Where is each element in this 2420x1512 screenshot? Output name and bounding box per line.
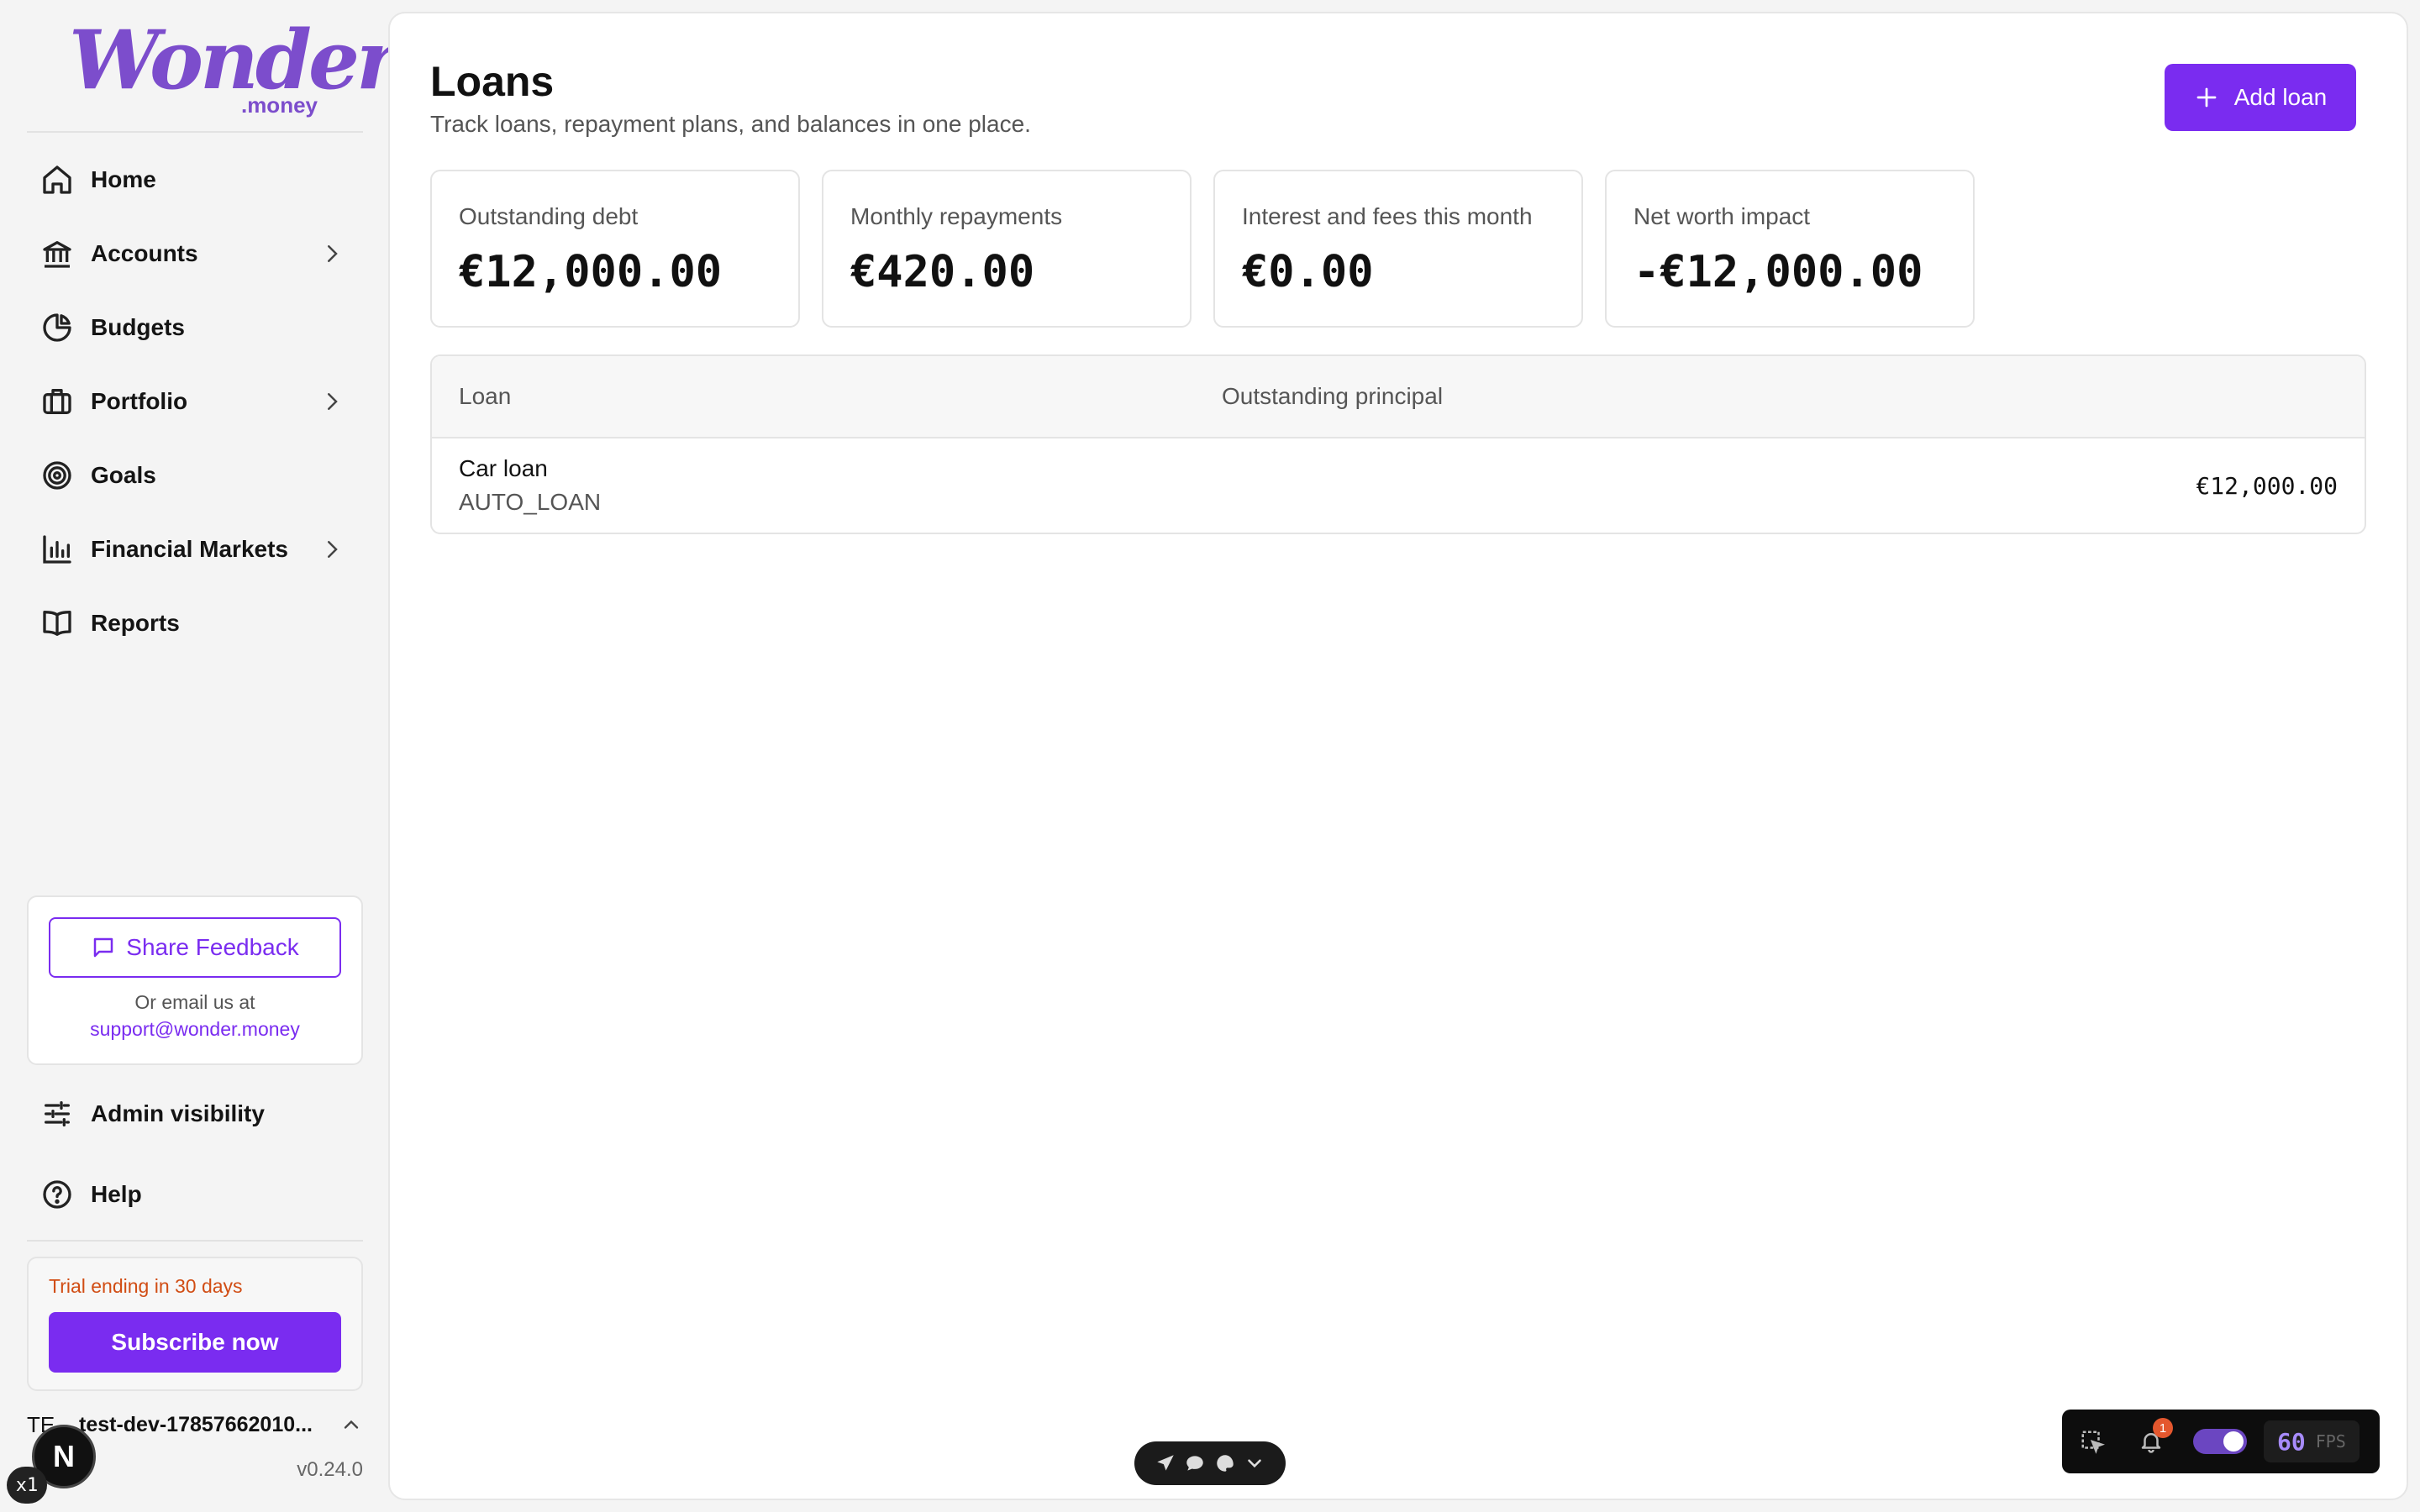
sidebar-item-label: Goals: [91, 462, 156, 488]
sidebar-item-accounts[interactable]: Accounts: [27, 217, 363, 291]
sidebar-item-home[interactable]: Home: [27, 143, 363, 217]
sidebar-item-label: Admin visibility: [91, 1100, 265, 1126]
sidebar-item-label: Accounts: [91, 240, 198, 266]
pie-chart-icon: [40, 311, 74, 344]
sidebar-item-label: Financial Markets: [91, 536, 288, 562]
loans-table: Loan Outstanding principal Car loan AUTO…: [430, 354, 2366, 534]
bank-icon: [40, 237, 74, 270]
sidebar-item-admin-visibility[interactable]: Admin visibility: [27, 1077, 363, 1151]
sidebar-item-financial-markets[interactable]: Financial Markets: [27, 512, 363, 586]
chevron-right-icon: [328, 393, 338, 410]
sidebar-divider: [27, 131, 363, 133]
logo-suffix: .money: [240, 92, 318, 118]
sliders-icon: [40, 1097, 74, 1131]
sidebar-item-reports[interactable]: Reports: [27, 586, 363, 660]
book-icon: [40, 606, 74, 640]
stat-card-net-worth-impact: Net worth impact -€12,000.00: [1605, 170, 1975, 328]
home-icon: [40, 163, 74, 197]
sidebar-bottom-nav-help: Help: [27, 1158, 363, 1231]
add-loan-label: Add loan: [2233, 84, 2328, 110]
sidebar: Wonder .money Home Accounts Budgets Port…: [0, 0, 399, 1512]
fps-unit: FPS: [2315, 1431, 2346, 1452]
chevron-right-icon: [328, 245, 338, 262]
sidebar-item-label: Reports: [91, 610, 180, 636]
sidebar-item-label: Home: [91, 166, 156, 192]
sidebar-item-label: Budgets: [91, 314, 185, 340]
user-name: test-dev-17857662010...: [79, 1412, 313, 1436]
bar-chart-icon: [40, 533, 74, 566]
chevron-up-icon: [344, 1420, 359, 1429]
feedback-note: Or email us at: [134, 991, 255, 1013]
loan-name: Car loan: [459, 455, 548, 481]
select-element-tool[interactable]: [2075, 1425, 2109, 1458]
fps-value: 60: [2277, 1427, 2306, 1456]
stat-label: Net worth impact: [1634, 203, 1811, 229]
trial-card: Trial ending in 30 days Subscribe now: [27, 1257, 363, 1391]
share-feedback-label: Share Feedback: [126, 934, 299, 960]
chevron-down-icon[interactable]: [1244, 1452, 1265, 1474]
fps-meter: 60 FPS: [2264, 1420, 2360, 1462]
trial-status: Trial ending in 30 days: [49, 1275, 243, 1297]
column-header-loan[interactable]: Loan: [459, 383, 511, 410]
sidebar-item-help[interactable]: Help: [27, 1158, 363, 1231]
summary-stats: Outstanding debt €12,000.00 Monthly repa…: [430, 170, 1975, 328]
sidebar-divider: [27, 1240, 363, 1242]
sidebar-item-goals[interactable]: Goals: [27, 438, 363, 512]
plus-icon: [2196, 87, 2217, 108]
sidebar-item-budgets[interactable]: Budgets: [27, 291, 363, 365]
table-header: Loan Outstanding principal: [432, 356, 2365, 438]
support-email-link[interactable]: support@wonder.money: [29, 1018, 361, 1041]
notification-count-badge: 1: [2153, 1418, 2173, 1438]
stat-label: Interest and fees this month: [1242, 203, 1533, 229]
stat-label: Monthly repayments: [850, 203, 1063, 229]
logo-word: Wonder: [69, 13, 399, 108]
sidebar-nav: Home Accounts Budgets Portfolio Goals Fi…: [27, 143, 363, 660]
zoom-badge: x1: [7, 1467, 47, 1504]
palette-icon[interactable]: [1214, 1452, 1236, 1474]
stat-value: €12,000.00: [459, 247, 723, 297]
devtools-toggle[interactable]: [2193, 1429, 2247, 1454]
select-cursor-icon: [2081, 1431, 2105, 1454]
notifications-button[interactable]: 1: [2134, 1418, 2173, 1458]
message-icon: [94, 937, 113, 958]
page-title: Loans: [430, 58, 555, 105]
sidebar-bottom-nav: Admin visibility: [27, 1077, 363, 1151]
help-circle-icon: [40, 1178, 74, 1211]
sidebar-item-portfolio[interactable]: Portfolio: [27, 365, 363, 438]
stat-label: Outstanding debt: [459, 203, 639, 229]
app-version: v0.24.0: [297, 1458, 363, 1481]
dev-toolbar-pill: [1134, 1441, 1286, 1485]
stat-card-interest-fees: Interest and fees this month €0.00: [1213, 170, 1583, 328]
feedback-card: Share Feedback Or email us at support@wo…: [27, 895, 363, 1065]
sidebar-item-label: Portfolio: [91, 388, 188, 414]
loan-principal: €12,000.00: [2196, 472, 2338, 500]
page-subtitle: Track loans, repayment plans, and balanc…: [430, 111, 1031, 137]
stat-value: €420.00: [850, 247, 1035, 297]
add-loan-button[interactable]: Add loan: [2165, 64, 2356, 131]
performance-toolbar: 1 60 FPS: [2062, 1410, 2380, 1473]
stat-value: €0.00: [1242, 247, 1374, 297]
chat-bubble-icon[interactable]: [1184, 1452, 1206, 1474]
stat-card-monthly-repayments: Monthly repayments €420.00: [822, 170, 1192, 328]
loan-type: AUTO_LOAN: [459, 489, 602, 515]
column-header-outstanding-principal[interactable]: Outstanding principal: [1222, 383, 1443, 410]
send-icon[interactable]: [1155, 1452, 1176, 1474]
briefcase-icon: [40, 385, 74, 418]
main-panel: Loans Track loans, repayment plans, and …: [388, 12, 2408, 1500]
share-feedback-button[interactable]: Share Feedback: [49, 917, 341, 978]
table-row[interactable]: Car loan AUTO_LOAN €12,000.00: [432, 438, 2365, 533]
stat-value: -€12,000.00: [1634, 247, 1923, 297]
stat-card-outstanding-debt: Outstanding debt €12,000.00: [430, 170, 800, 328]
sidebar-item-label: Help: [91, 1181, 142, 1207]
target-icon: [40, 459, 74, 492]
wonder-money-logo[interactable]: Wonder .money: [69, 18, 399, 123]
subscribe-now-button[interactable]: Subscribe now: [49, 1312, 341, 1373]
chevron-right-icon: [328, 541, 338, 558]
